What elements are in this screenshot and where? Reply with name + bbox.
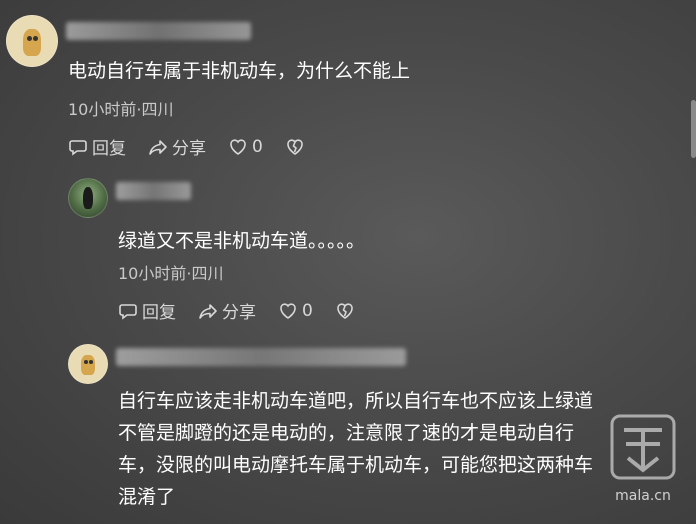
watermark-domain: mala.cn [615, 488, 671, 504]
avatar[interactable] [6, 15, 58, 67]
like-button[interactable]: 0 [278, 301, 313, 321]
reply-icon [69, 139, 87, 156]
dislike-button[interactable] [285, 137, 309, 157]
reply-icon [119, 303, 137, 320]
heart-icon [230, 138, 246, 155]
comment-text: 绿道又不是非机动车道。。。。。 [118, 230, 366, 252]
comment-text: 电动自行车属于非机动车，为什么不能上 [68, 60, 411, 82]
comment-actions: 回复 分享 0 [68, 134, 331, 159]
broken-heart-icon [337, 302, 353, 319]
comment-text-line: 车，没限的叫电动摩托车属于机动车，可能您把这两种车 [118, 454, 594, 476]
author-name-masked[interactable] [66, 22, 251, 40]
comment-meta: 10小时前·四川 [68, 100, 174, 119]
share-label: 分享 [222, 303, 256, 323]
author-name-masked[interactable] [116, 348, 406, 366]
share-icon [149, 139, 167, 155]
dislike-button[interactable] [335, 301, 359, 321]
share-button[interactable]: 分享 [198, 298, 256, 323]
like-count: 0 [252, 136, 263, 157]
like-button[interactable]: 0 [228, 137, 263, 157]
reply-button[interactable]: 回复 [118, 298, 176, 323]
comment-actions: 回复 分享 0 [118, 298, 381, 323]
broken-heart-icon [287, 138, 303, 155]
share-icon [199, 303, 217, 319]
comment-text-line: 混淆了 [118, 486, 176, 508]
comment-text-line: 不管是脚蹬的还是电动的，注意限了速的才是电动自行 [118, 422, 575, 444]
comment-meta: 10小时前·四川 [118, 264, 224, 283]
share-button[interactable]: 分享 [148, 134, 206, 159]
scrollbar-thumb[interactable] [691, 100, 696, 158]
avatar[interactable] [68, 344, 108, 384]
like-count: 0 [302, 300, 313, 321]
avatar[interactable] [68, 178, 108, 218]
watermark-logo: mala.cn [604, 410, 682, 510]
reply-label: 回复 [142, 303, 176, 323]
heart-icon [280, 302, 296, 319]
author-name-masked[interactable] [116, 182, 191, 200]
reply-button[interactable]: 回复 [68, 134, 126, 159]
comment-text-line: 自行车应该走非机动车道吧，所以自行车也不应该上绿道 [118, 390, 594, 412]
share-label: 分享 [172, 139, 206, 159]
reply-label: 回复 [92, 139, 126, 159]
